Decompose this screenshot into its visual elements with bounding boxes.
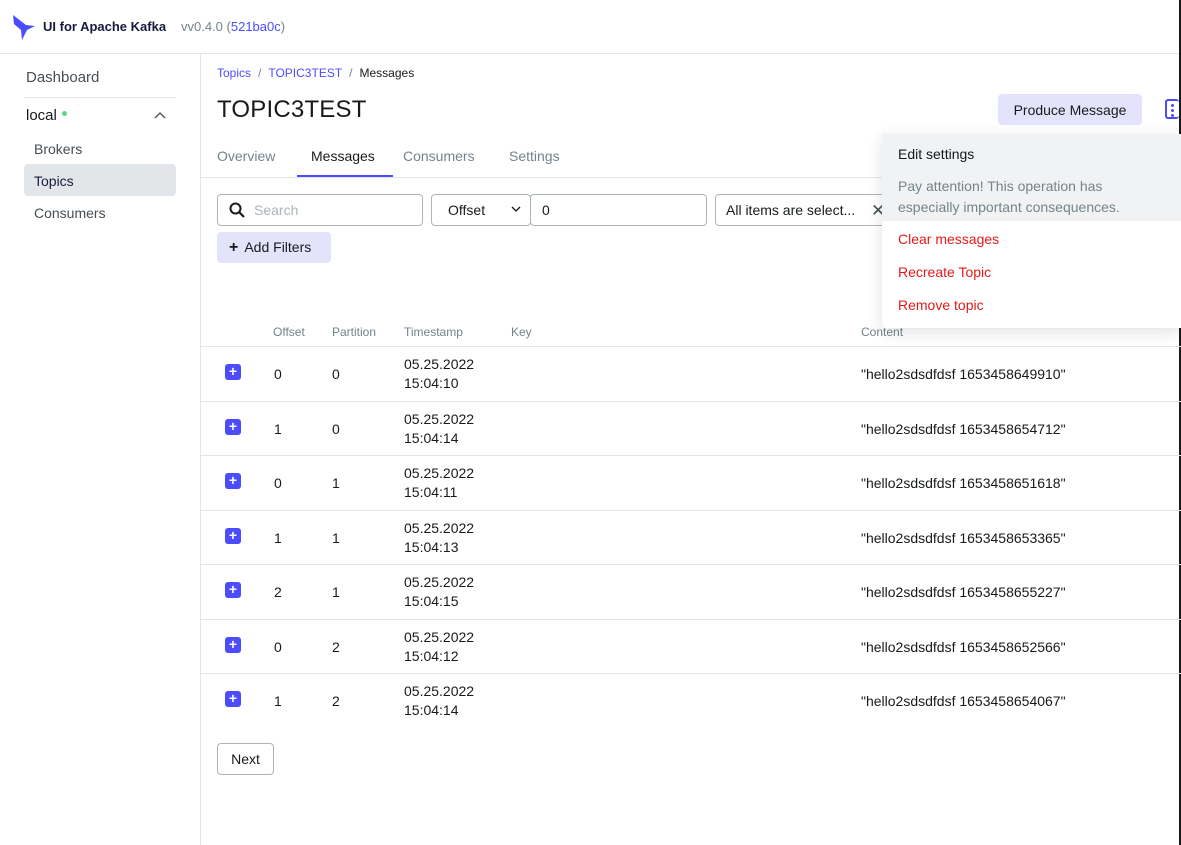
cell-offset: 2 xyxy=(274,584,282,600)
cell-offset: 1 xyxy=(274,693,282,709)
cell-timestamp: 05.25.2022 15:04:10 xyxy=(404,356,475,391)
cell-content: "hello2sdsdfdsf 1653458655227" xyxy=(861,584,1066,600)
expand-icon[interactable]: + xyxy=(225,691,241,707)
sidebar-divider xyxy=(24,97,176,98)
cell-offset: 1 xyxy=(274,421,282,437)
cell-content: "hello2sdsdfdsf 1653458654712" xyxy=(861,421,1066,437)
table-row[interactable]: +1 2 05.25.2022 15:04:14 "hello2sdsdfdsf 165… xyxy=(201,673,1181,727)
expand-icon[interactable]: + xyxy=(225,582,241,598)
clear-messages-item[interactable]: Clear messages xyxy=(898,231,999,247)
expand-icon[interactable]: + xyxy=(225,473,241,489)
expand-icon[interactable]: + xyxy=(225,364,241,380)
cell-partition: 0 xyxy=(332,366,340,382)
cell-partition: 1 xyxy=(332,475,340,491)
table-row[interactable]: +0 2 05.25.2022 15:04:12 "hello2sdsdfdsf 165… xyxy=(201,619,1181,673)
commit-link[interactable]: 521ba0c xyxy=(231,19,281,34)
edit-settings-label: Edit settings xyxy=(898,146,975,162)
plus-icon: + xyxy=(229,239,239,256)
table-row[interactable]: +1 0 05.25.2022 15:04:14 "hello2sdsdfdsf 165… xyxy=(201,401,1181,455)
cell-timestamp: 05.25.2022 15:04:12 xyxy=(404,629,475,664)
table-row[interactable]: +2 1 05.25.2022 15:04:15 "hello2sdsdfdsf 165… xyxy=(201,564,1181,618)
breadcrumb-topics[interactable]: Topics xyxy=(217,66,251,80)
expand-icon[interactable]: + xyxy=(225,637,241,653)
table-row[interactable]: +0 0 05.25.2022 15:04:10 "hello2sdsdfdsf 165… xyxy=(201,346,1181,400)
sidebar-cluster-local[interactable]: local xyxy=(26,107,67,124)
tab-overview[interactable]: Overview xyxy=(217,148,275,164)
kafka-ui-logo-icon[interactable] xyxy=(12,13,36,41)
expand-icon[interactable]: + xyxy=(225,419,241,435)
add-filters-label: Add Filters xyxy=(244,239,312,255)
cell-partition: 2 xyxy=(332,693,340,709)
cell-content: "hello2sdsdfdsf 1653458651618" xyxy=(861,475,1066,491)
tab-settings[interactable]: Settings xyxy=(509,148,560,164)
tab-messages[interactable]: Messages xyxy=(311,148,375,164)
search-input[interactable] xyxy=(254,201,414,219)
table-row[interactable]: +0 1 05.25.2022 15:04:11 "hello2sdsdfdsf 165… xyxy=(201,455,1181,509)
active-tab-indicator xyxy=(297,175,393,177)
column-header-offset: Offset xyxy=(273,325,305,339)
cell-offset: 1 xyxy=(274,530,282,546)
warning-text: Pay attention! This operation has especi… xyxy=(898,178,1120,215)
cell-timestamp: 05.25.2022 15:04:13 xyxy=(404,520,475,555)
next-page-button[interactable]: Next xyxy=(217,743,274,775)
cell-content: "hello2sdsdfdsf 1653458653365" xyxy=(861,530,1066,546)
cell-partition: 1 xyxy=(332,530,340,546)
sidebar-item-brokers[interactable]: Brokers xyxy=(24,132,176,164)
offset-input[interactable] xyxy=(530,194,707,226)
cell-content: "hello2sdsdfdsf 1653458654067" xyxy=(861,693,1066,709)
breadcrumb-current: Messages xyxy=(359,66,415,80)
cell-timestamp: 05.25.2022 15:04:14 xyxy=(404,683,475,718)
seek-type-select[interactable]: Offset xyxy=(431,194,531,226)
sidebar-item-dashboard[interactable]: Dashboard xyxy=(26,69,99,86)
cell-offset: 0 xyxy=(274,366,282,382)
cell-timestamp: 05.25.2022 15:04:11 xyxy=(404,465,475,500)
search-field[interactable] xyxy=(217,194,423,226)
seek-type-value: Offset xyxy=(448,202,486,218)
sidebar: Dashboard local Brokers Topics Consumers xyxy=(0,54,201,845)
column-header-partition: Partition xyxy=(332,325,377,339)
search-icon xyxy=(229,202,245,218)
produce-message-button[interactable]: Produce Message xyxy=(998,94,1142,125)
cell-offset: 0 xyxy=(274,639,282,655)
cell-timestamp: 05.25.2022 15:04:15 xyxy=(404,574,475,609)
remove-topic-item[interactable]: Remove topic xyxy=(898,297,984,313)
column-header-key: Key xyxy=(511,325,532,339)
column-header-timestamp: Timestamp xyxy=(404,325,463,339)
cell-content: "hello2sdsdfdsf 1653458652566" xyxy=(861,639,1066,655)
cell-offset: 0 xyxy=(274,475,282,491)
app-title[interactable]: UI for Apache Kafka xyxy=(43,19,166,34)
sidebar-item-consumers[interactable]: Consumers xyxy=(24,196,176,228)
chevron-down-icon xyxy=(511,206,521,212)
cell-content: "hello2sdsdfdsf 1653458649910" xyxy=(861,366,1066,382)
top-bar: UI for Apache Kafka vv0.4.0 (521ba0c) xyxy=(0,0,1181,54)
partitions-value: All items are select... xyxy=(726,202,856,218)
cluster-status-dot xyxy=(61,110,67,116)
cell-partition: 0 xyxy=(332,421,340,437)
app-version: vv0.4.0 (521ba0c) xyxy=(181,19,286,34)
table-row[interactable]: +1 1 05.25.2022 15:04:13 "hello2sdsdfdsf 165… xyxy=(201,510,1181,564)
edit-settings-item[interactable]: Edit settings Pay attention! This operat… xyxy=(882,134,1181,221)
add-filters-button[interactable]: + Add Filters xyxy=(217,232,331,263)
cell-timestamp: 05.25.2022 15:04:14 xyxy=(404,411,475,446)
sidebar-item-topics[interactable]: Topics xyxy=(24,164,176,196)
breadcrumb: Topics / TOPIC3TEST / Messages xyxy=(217,66,415,80)
kebab-menu-icon[interactable] xyxy=(1165,99,1179,119)
tab-consumers[interactable]: Consumers xyxy=(403,148,475,164)
topic-actions-menu: Edit settings Pay attention! This operat… xyxy=(882,134,1181,328)
chevron-up-icon[interactable] xyxy=(154,111,166,119)
cell-partition: 2 xyxy=(332,639,340,655)
breadcrumb-topic[interactable]: TOPIC3TEST xyxy=(268,66,342,80)
page-title: TOPIC3TEST xyxy=(217,96,367,123)
cell-partition: 1 xyxy=(332,584,340,600)
expand-icon[interactable]: + xyxy=(225,528,241,544)
recreate-topic-item[interactable]: Recreate Topic xyxy=(898,264,991,280)
cluster-name: local xyxy=(26,107,57,124)
